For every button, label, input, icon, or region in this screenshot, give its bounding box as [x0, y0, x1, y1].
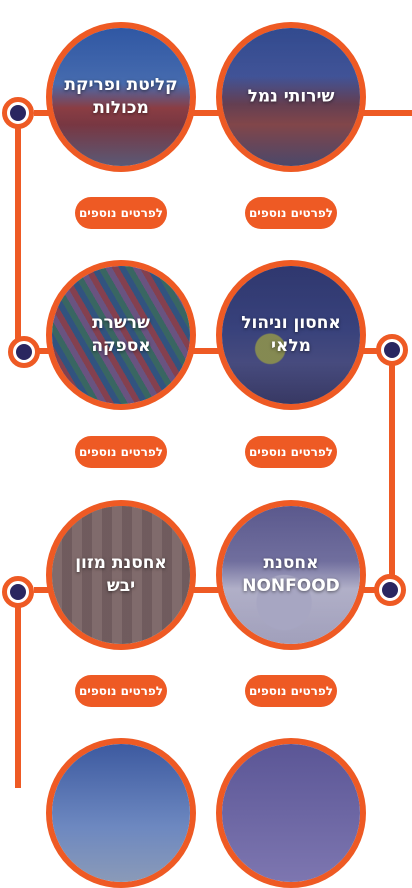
timeline-connector: [360, 110, 412, 116]
service-title: שירותי נמל: [247, 86, 335, 107]
timeline-connector: [15, 116, 21, 352]
timeline-connector: [15, 600, 21, 788]
more-details-button[interactable]: לפרטים נוספים: [245, 436, 337, 468]
service-title: אחסון וניהול מלאי: [241, 313, 341, 356]
service-photo-partial: [222, 744, 360, 882]
service-card-supply-chain[interactable]: שרשרת אספקה: [46, 260, 196, 410]
more-details-button[interactable]: לפרטים נוספים: [75, 197, 167, 229]
timeline-node: [8, 336, 40, 368]
timeline-connector: [389, 354, 395, 590]
service-title: קליטת ופריקת מכולות: [64, 75, 178, 118]
more-details-button[interactable]: לפרטים נוספים: [75, 436, 167, 468]
more-details-button[interactable]: לפרטים נוספים: [245, 197, 337, 229]
service-title: אחסנת NONFOOD: [242, 553, 340, 596]
service-card-dry-food-storage[interactable]: אחסנת מזון יבש: [46, 500, 196, 650]
timeline-node: [374, 574, 406, 606]
service-card-partial[interactable]: [46, 738, 196, 888]
more-details-button[interactable]: לפרטים נוספים: [75, 675, 167, 707]
more-details-button[interactable]: לפרטים נוספים: [245, 675, 337, 707]
service-title: אחסנת מזון יבש: [75, 553, 167, 596]
service-card-partial[interactable]: [216, 738, 366, 888]
timeline-node: [2, 576, 34, 608]
timeline-node: [2, 97, 34, 129]
service-card-nonfood-storage[interactable]: אחסנת NONFOOD: [216, 500, 366, 650]
service-title: שרשרת אספקה: [91, 313, 151, 356]
service-card-port-services[interactable]: שירותי נמל: [216, 22, 366, 172]
service-photo-partial: [52, 744, 190, 882]
service-card-warehouse-inventory[interactable]: אחסון וניהול מלאי: [216, 260, 366, 410]
timeline-node: [376, 334, 408, 366]
service-card-container-unloading[interactable]: קליטת ופריקת מכולות: [46, 22, 196, 172]
